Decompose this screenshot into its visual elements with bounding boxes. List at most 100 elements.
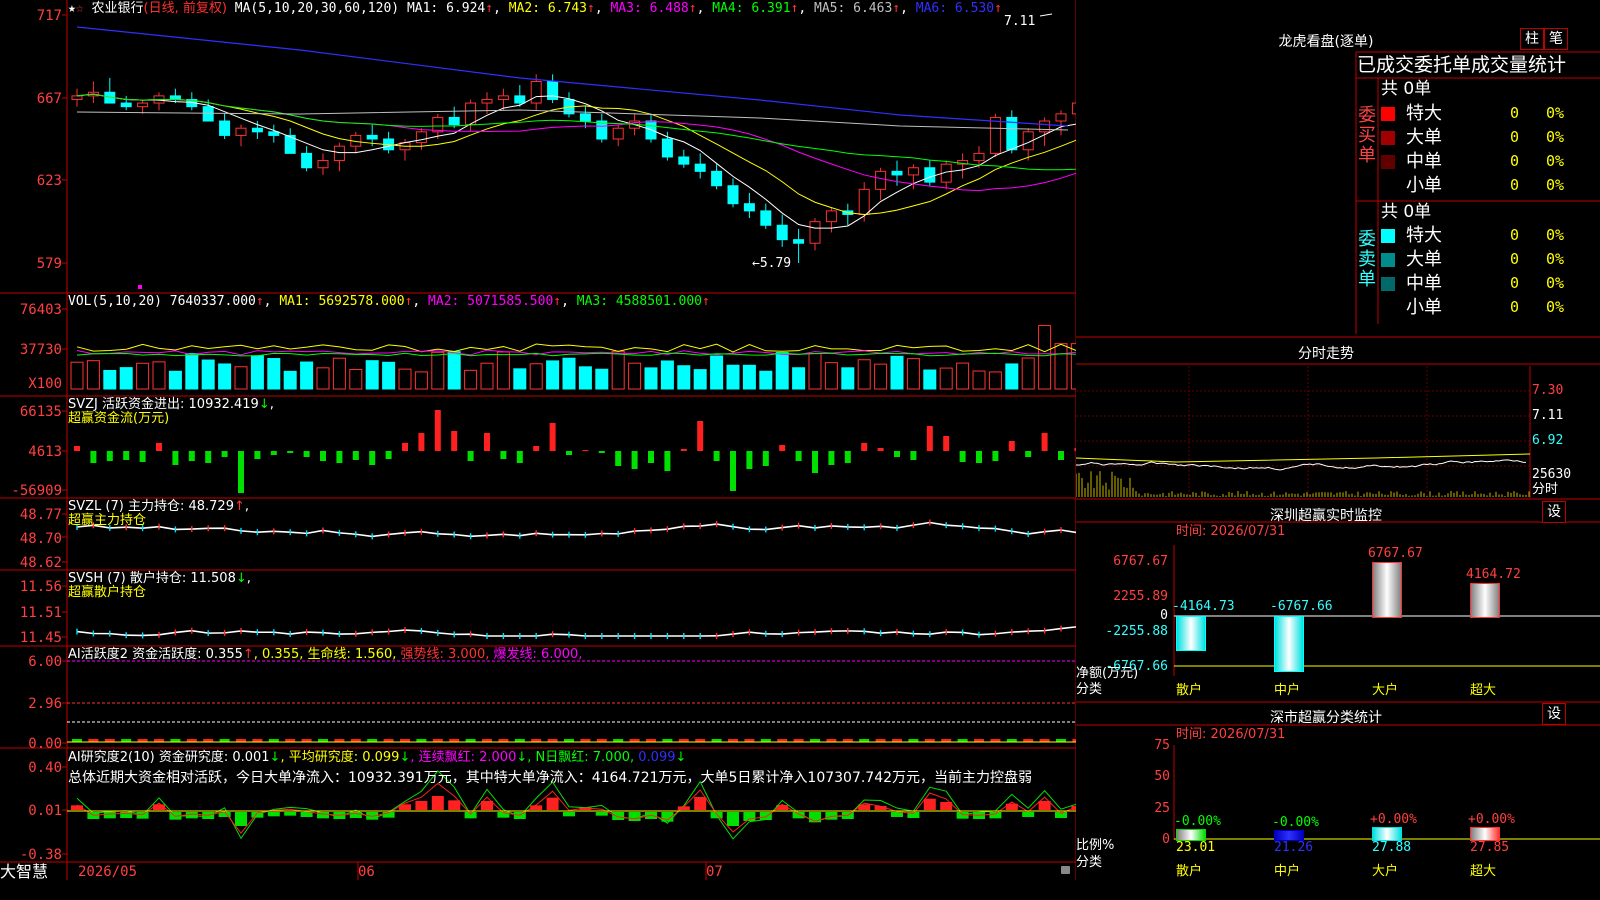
research-bar bbox=[743, 812, 756, 821]
fund-flow-bar bbox=[303, 451, 310, 457]
research-bar bbox=[300, 812, 313, 817]
volume-bar bbox=[988, 371, 1002, 390]
volume-bar bbox=[939, 367, 953, 390]
svsh-axis-label: 11.56 bbox=[19, 579, 62, 595]
fund-flow-bar bbox=[697, 421, 704, 451]
category-label: 超大 bbox=[1470, 864, 1497, 879]
svzl-axis-label: 48.77 bbox=[19, 507, 62, 523]
fund-flow-bar bbox=[549, 423, 556, 451]
order-count: 0 bbox=[1510, 298, 1520, 316]
brand-label: 大智慧 bbox=[0, 862, 49, 881]
candle bbox=[907, 167, 919, 176]
research-bar bbox=[727, 812, 739, 826]
monitor-settings-button[interactable]: 设 bbox=[1542, 501, 1566, 523]
intraday-avg-line bbox=[1076, 453, 1531, 463]
order-type: 中单 bbox=[1406, 151, 1442, 172]
volume-bar bbox=[857, 359, 871, 390]
fund-flow-bar bbox=[172, 451, 179, 465]
ai2-extra-value: 0.099 bbox=[638, 750, 676, 765]
volume-bar bbox=[365, 360, 379, 390]
order-type: 中单 bbox=[1406, 273, 1442, 294]
classify-title: 深市超赢分类统计 bbox=[1270, 710, 1382, 726]
research-bar bbox=[1038, 801, 1051, 810]
fund-flow-bar bbox=[828, 451, 835, 465]
intraday-time-label: 分时 bbox=[1532, 482, 1559, 497]
volume-bar bbox=[218, 363, 232, 390]
candle bbox=[875, 170, 887, 190]
intraday-price-line bbox=[1076, 459, 1527, 471]
candle bbox=[793, 239, 805, 244]
volume-bar bbox=[332, 357, 346, 390]
volume-bar bbox=[775, 352, 789, 390]
volume-bar bbox=[250, 355, 264, 390]
volume-bar bbox=[431, 351, 445, 390]
fund-flow-bar bbox=[434, 410, 441, 451]
volume-bar bbox=[103, 369, 117, 390]
order-count: 0 bbox=[1510, 250, 1520, 268]
star-icon[interactable]: ★ bbox=[68, 1, 76, 16]
candle bbox=[809, 221, 821, 244]
lock-icon[interactable] bbox=[1061, 866, 1070, 874]
candle bbox=[661, 138, 673, 158]
ma1-value: MA1: 6.924 bbox=[406, 1, 486, 16]
high-price-marker: 7.11 bbox=[1004, 14, 1036, 29]
fund-flow-bar bbox=[467, 451, 474, 461]
order-percent: 0% bbox=[1546, 152, 1565, 170]
fund-flow-bar bbox=[910, 451, 917, 460]
fund-flow-bar bbox=[959, 451, 966, 462]
fund-flow-bar bbox=[139, 451, 146, 462]
fund-flow-bar bbox=[582, 450, 589, 451]
sell-total: 共 0单 bbox=[1381, 202, 1432, 222]
volume-bar bbox=[792, 367, 806, 390]
tick-mode-button[interactable]: 笔 bbox=[1544, 28, 1568, 50]
ai2-n-day-red: , N日飘红: 7.000, bbox=[527, 750, 635, 765]
svzj-axis-label: 4613 bbox=[28, 444, 62, 460]
candle bbox=[301, 152, 313, 169]
research-bar bbox=[923, 798, 936, 810]
buy-total: 共 0单 bbox=[1381, 79, 1432, 99]
monitor-axis-label: 2255.89 bbox=[1113, 589, 1168, 604]
fund-flow-bar bbox=[369, 451, 376, 465]
classify-unit: 比例% bbox=[1076, 838, 1115, 853]
main-chart-svg[interactable] bbox=[0, 0, 1076, 880]
fund-flow-bar bbox=[90, 451, 97, 463]
candle bbox=[120, 102, 132, 108]
vol-axis-label: 76403 bbox=[19, 302, 62, 318]
bar-mode-button[interactable]: 柱 bbox=[1520, 28, 1544, 50]
chart-mode: (日线, 前复权) bbox=[143, 1, 227, 16]
svsh-axis-label: 11.45 bbox=[19, 630, 62, 646]
volume-bar bbox=[1054, 343, 1068, 390]
monitor-time: 时间: 2026/07/31 bbox=[1176, 524, 1286, 539]
star-outline-icon[interactable]: ☆ bbox=[76, 1, 84, 16]
order-percent: 0% bbox=[1546, 298, 1565, 316]
fund-flow-bar bbox=[418, 433, 425, 451]
research-bar bbox=[103, 812, 116, 819]
volume-bar bbox=[234, 366, 248, 390]
main-chart-area[interactable]: ★☆ 农业银行(日线, 前复权) MA(5,10,20,30,60,120) M… bbox=[0, 0, 1076, 880]
fund-flow-bar bbox=[287, 451, 294, 453]
candle bbox=[530, 80, 542, 104]
candle bbox=[776, 224, 788, 241]
volume-bar bbox=[349, 369, 363, 390]
classify-settings-button[interactable]: 设 bbox=[1542, 703, 1566, 725]
volume-bar bbox=[382, 361, 396, 390]
ratio-value: 27.85 bbox=[1470, 840, 1510, 855]
candle bbox=[317, 160, 329, 169]
ma-definition: MA(5,10,20,30,60,120) bbox=[234, 1, 400, 16]
candle bbox=[448, 116, 460, 126]
vol-value: 7640337.000 bbox=[169, 294, 256, 309]
net-amount-value: -6767.66 bbox=[1270, 599, 1333, 614]
fund-flow-bar bbox=[877, 448, 884, 451]
date-label: 07 bbox=[706, 864, 723, 880]
volume-bar bbox=[923, 369, 937, 390]
volume-bar bbox=[808, 353, 822, 390]
intraday-title: 分时走势 bbox=[1298, 346, 1354, 362]
buy-orders-label: 委买单 bbox=[1358, 105, 1376, 166]
research-bar bbox=[628, 812, 641, 821]
fund-flow-bar bbox=[976, 451, 982, 463]
volume-bar bbox=[546, 360, 560, 390]
research-bar bbox=[267, 812, 280, 817]
fund-flow-bar bbox=[320, 451, 326, 461]
candle bbox=[924, 167, 936, 183]
fund-flow-bar bbox=[812, 451, 818, 473]
